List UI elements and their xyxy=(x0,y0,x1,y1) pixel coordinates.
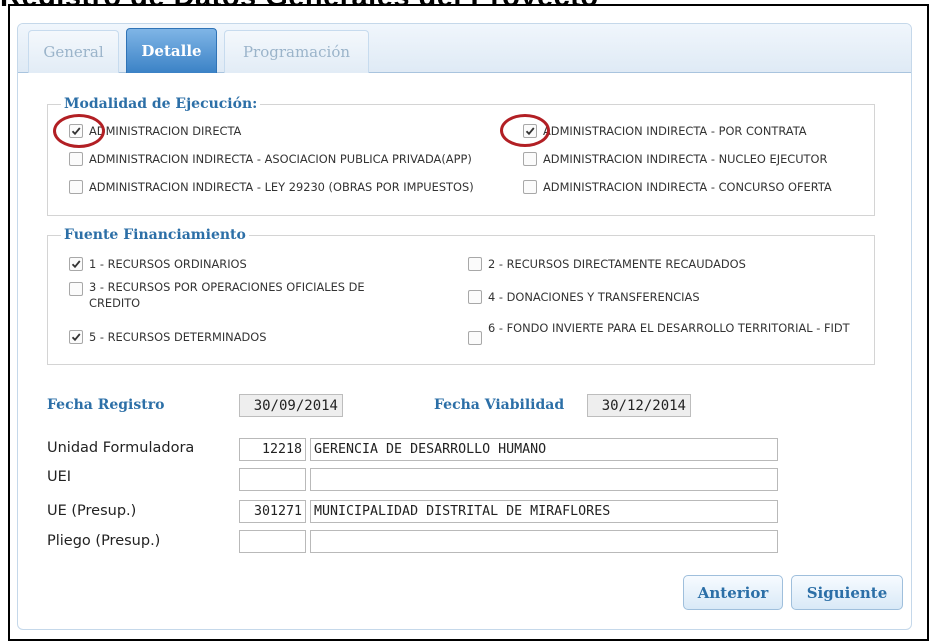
modalidad-label-directa: ADMINISTRACION DIRECTA xyxy=(89,124,242,138)
uei-code-input[interactable] xyxy=(239,468,306,491)
uei-label: UEI xyxy=(47,469,72,485)
fecha-registro-label: Fecha Registro xyxy=(47,397,165,413)
uei-name-input[interactable] xyxy=(310,468,778,491)
checkbox[interactable] xyxy=(523,180,537,194)
pliego-presup-label: Pliego (Presup.) xyxy=(47,533,161,549)
fecha-viabilidad-label: Fecha Viabilidad xyxy=(434,397,565,413)
modalidad-option-app[interactable]: ADMINISTRACION INDIRECTA - ASOCIACION PU… xyxy=(69,152,472,166)
unidad-formuladora-name-input[interactable]: GERENCIA DE DESARROLLO HUMANO xyxy=(310,438,778,461)
fuente-option-2[interactable]: 2 - RECURSOS DIRECTAMENTE RECAUDADOS xyxy=(468,257,746,271)
checkbox[interactable] xyxy=(69,257,83,271)
checkbox[interactable] xyxy=(468,290,482,304)
fuente-option-1[interactable]: 1 - RECURSOS ORDINARIOS xyxy=(69,257,247,271)
modalidad-label-por-contrata: ADMINISTRACION INDIRECTA - POR CONTRATA xyxy=(543,124,807,138)
ue-presup-name-input[interactable]: MUNICIPALIDAD DISTRITAL DE MIRAFLORES xyxy=(310,500,778,523)
fuente-option-6[interactable]: 6 - FONDO INVIERTE PARA EL DESARROLLO TE… xyxy=(468,320,868,345)
modalidad-label-ley-29230: ADMINISTRACION INDIRECTA - LEY 29230 (OB… xyxy=(89,180,474,194)
checkbox[interactable] xyxy=(69,180,83,194)
fuente-label-5: 5 - RECURSOS DETERMINADOS xyxy=(89,330,267,344)
fuente-label-3: 3 - RECURSOS POR OPERACIONES OFICIALES D… xyxy=(89,280,365,310)
checkbox[interactable] xyxy=(69,330,83,344)
pliego-presup-name-input[interactable] xyxy=(310,530,778,553)
modalidad-label-nucleo-ejecutor: ADMINISTRACION INDIRECTA - NUCLEO EJECUT… xyxy=(543,152,828,166)
modalidad-option-directa[interactable]: ADMINISTRACION DIRECTA xyxy=(69,124,241,138)
fuente-option-5[interactable]: 5 - RECURSOS DETERMINADOS xyxy=(69,330,266,344)
tab-programacion[interactable]: Programación xyxy=(224,30,369,73)
fecha-registro-field: 30/09/2014 xyxy=(239,394,343,417)
modalidad-label-concurso-oferta: ADMINISTRACION INDIRECTA - CONCURSO OFER… xyxy=(543,180,832,194)
pliego-presup-code-input[interactable] xyxy=(239,530,306,553)
unidad-formuladora-label: Unidad Formuladora xyxy=(47,440,195,456)
checkbox[interactable] xyxy=(468,331,482,345)
fecha-viabilidad-field: 30/12/2014 xyxy=(587,394,691,417)
modalidad-label-app: ADMINISTRACION INDIRECTA - ASOCIACION PU… xyxy=(89,152,472,166)
fuente-label-4: 4 - DONACIONES Y TRANSFERENCIAS xyxy=(488,290,700,304)
anterior-button[interactable]: Anterior xyxy=(683,575,783,610)
checkbox[interactable] xyxy=(523,152,537,166)
unidad-formuladora-code-input[interactable]: 12218 xyxy=(239,438,306,461)
tab-detalle[interactable]: Detalle xyxy=(126,28,217,73)
ue-presup-label: UE (Presup.) xyxy=(47,503,137,519)
fuente-option-3[interactable]: 3 - RECURSOS POR OPERACIONES OFICIALES D… xyxy=(69,279,399,311)
checkbox[interactable] xyxy=(468,257,482,271)
checkbox[interactable] xyxy=(69,282,83,296)
fuente-label-2: 2 - RECURSOS DIRECTAMENTE RECAUDADOS xyxy=(488,257,746,271)
modalidad-option-nucleo-ejecutor[interactable]: ADMINISTRACION INDIRECTA - NUCLEO EJECUT… xyxy=(523,152,827,166)
modalidad-option-ley-29230[interactable]: ADMINISTRACION INDIRECTA - LEY 29230 (OB… xyxy=(69,180,474,194)
fuente-label-1: 1 - RECURSOS ORDINARIOS xyxy=(89,257,247,271)
modalidad-legend: Modalidad de Ejecución: xyxy=(64,96,258,112)
fuente-label-6: 6 - FONDO INVIERTE PARA EL DESARROLLO TE… xyxy=(488,321,850,335)
fuente-legend: Fuente Financiamiento xyxy=(64,227,246,243)
tab-general[interactable]: General xyxy=(28,30,119,73)
checkbox[interactable] xyxy=(523,124,537,138)
modalidad-option-concurso-oferta[interactable]: ADMINISTRACION INDIRECTA - CONCURSO OFER… xyxy=(523,180,832,194)
modalidad-option-por-contrata[interactable]: ADMINISTRACION INDIRECTA - POR CONTRATA xyxy=(523,124,807,138)
ue-presup-code-input[interactable]: 301271 xyxy=(239,500,306,523)
checkbox[interactable] xyxy=(69,124,83,138)
checkbox[interactable] xyxy=(69,152,83,166)
fuente-option-4[interactable]: 4 - DONACIONES Y TRANSFERENCIAS xyxy=(468,290,700,304)
siguiente-button[interactable]: Siguiente xyxy=(791,575,903,610)
